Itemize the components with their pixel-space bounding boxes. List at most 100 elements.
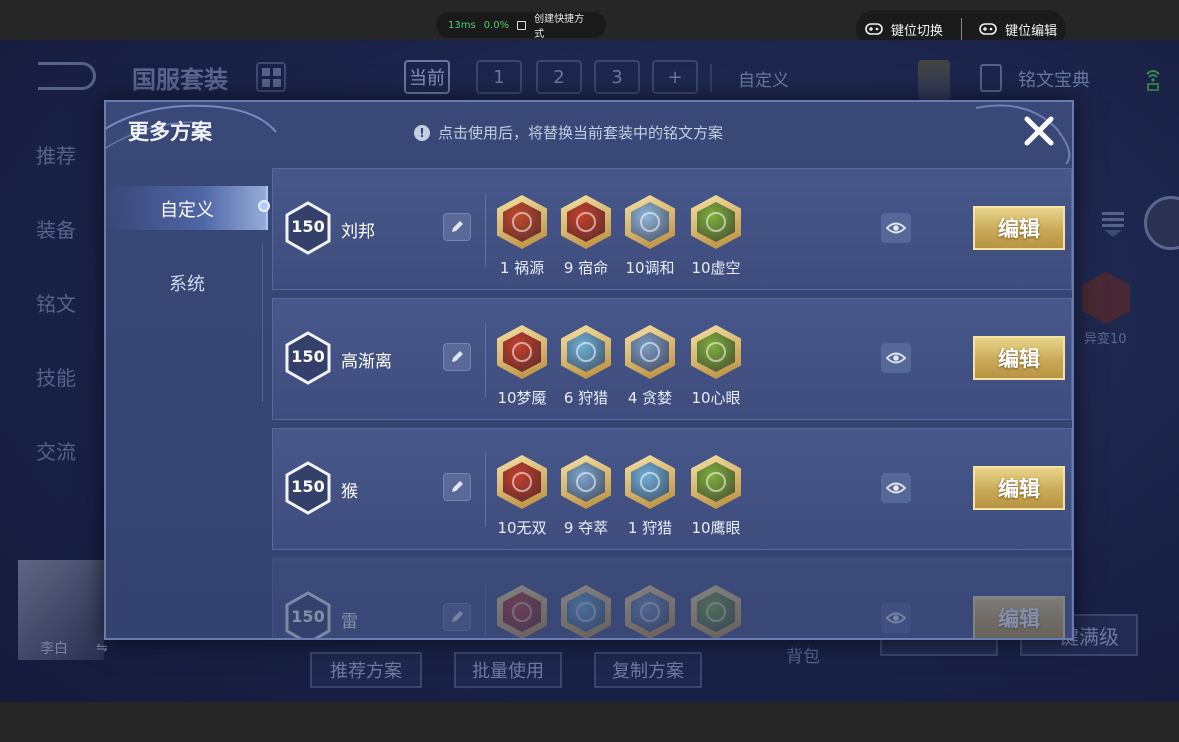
settings-circle-icon[interactable] (1144, 196, 1179, 250)
rename-button[interactable] (443, 473, 471, 501)
rune-gem-icon (625, 455, 675, 509)
tab-current[interactable]: 当前 (404, 60, 450, 94)
rune-gem-icon (497, 325, 547, 379)
plan-row[interactable]: 150 刘邦 1 祸源 9 宿命 10调和 10虚空 编辑 (272, 168, 1072, 290)
side-item-runes[interactable]: 铭文 (36, 288, 76, 317)
rune-gem-icon (561, 585, 611, 638)
key-edit-button[interactable]: 键位编辑 (979, 20, 1057, 39)
rename-button[interactable] (443, 603, 471, 631)
edit-button[interactable]: 编辑 (973, 206, 1065, 250)
level-value: 150 (291, 347, 325, 366)
rune-gem-icon (1082, 272, 1130, 324)
row-divider (485, 193, 486, 267)
preview-button[interactable] (881, 343, 911, 373)
tab-2[interactable]: 2 (536, 60, 582, 94)
more-plans-dialog: 更多方案 ! 点击使用后，将替换当前套装中的铭文方案 自定义 系统 150 刘邦… (104, 100, 1074, 640)
rune-label: 1 狩猎 (627, 519, 673, 537)
side-item-community[interactable]: 交流 (36, 436, 76, 465)
back-arrow-icon[interactable] (38, 62, 96, 90)
rename-button[interactable] (443, 213, 471, 241)
plan-list: 150 刘邦 1 祸源 9 宿命 10调和 10虚空 编辑 150 高渐离 10梦魇 6… (272, 168, 1072, 638)
eye-icon (886, 612, 906, 624)
plan-row[interactable]: 150 雷 编辑 (272, 558, 1072, 638)
level-value: 150 (291, 607, 325, 626)
custom-tab-label[interactable]: 自定义 (738, 66, 789, 91)
level-value: 150 (291, 477, 325, 496)
dialog-hint-text: 点击使用后，将替换当前套装中的铭文方案 (438, 124, 724, 142)
create-shortcut-label[interactable]: 创建快捷方式 (534, 10, 594, 40)
row-divider (485, 323, 486, 397)
rune-gem-icon (691, 455, 741, 509)
list-icon[interactable] (1100, 208, 1126, 238)
close-icon (1024, 116, 1054, 146)
rune-gem-icon (691, 585, 741, 638)
side-item-recommend[interactable]: 推荐 (36, 140, 76, 169)
eye-icon (886, 482, 906, 494)
dialog-hint: ! 点击使用后，将替换当前套装中的铭文方案 (414, 122, 723, 143)
hero-name: 李白 (40, 641, 68, 657)
pill-divider (960, 18, 962, 40)
row-divider (485, 453, 486, 527)
latency-text: 13ms (448, 19, 476, 31)
eye-icon (886, 352, 906, 364)
batch-use-button[interactable]: 批量使用 (454, 652, 562, 688)
close-button[interactable] (1018, 110, 1060, 152)
eye-icon (886, 222, 906, 234)
shortcut-icon (517, 20, 527, 30)
rune-gem-icon (625, 585, 675, 638)
side-item-equipment[interactable]: 装备 (36, 214, 76, 243)
grid-icon[interactable] (256, 62, 286, 92)
pencil-icon (452, 351, 463, 362)
edit-button[interactable]: 编辑 (973, 336, 1065, 380)
plan-name: 雷 (341, 612, 358, 632)
rune-gem-label: 异变10 (1084, 332, 1127, 347)
key-switch-button[interactable]: 键位切换 (865, 20, 943, 39)
pencil-icon (452, 481, 463, 492)
category-system[interactable]: 系统 (106, 270, 268, 296)
tab-divider (710, 64, 712, 92)
tab-1[interactable]: 1 (476, 60, 522, 94)
pencil-icon (452, 221, 463, 232)
rune-gem-icon (691, 195, 741, 249)
rune-gem-icon (561, 325, 611, 379)
edit-button[interactable]: 编辑 (973, 596, 1065, 638)
side-item-skills[interactable]: 技能 (36, 362, 76, 391)
plan-row[interactable]: 150 猴 10无双 9 夺萃 1 狩猎 10鹰眼 编辑 (272, 428, 1072, 550)
plan-name: 刘邦 (341, 222, 375, 242)
loss-text: 0.0% (483, 19, 510, 31)
plan-name: 猴 (341, 482, 358, 502)
edit-button[interactable]: 编辑 (973, 466, 1065, 510)
rune-label: 10调和 (625, 259, 675, 277)
rune-label: 10虚空 (691, 259, 741, 277)
recommend-plan-button[interactable]: 推荐方案 (310, 652, 422, 688)
wifi-icon (1146, 70, 1160, 91)
swap-icon[interactable]: ⇋ (96, 640, 108, 656)
tab-3[interactable]: 3 (594, 60, 640, 94)
preview-button[interactable] (881, 603, 911, 633)
top-status-bar: 13ms 0.0% 创建快捷方式 键位切换 键位编辑 (0, 0, 1179, 48)
rune-label: 1 祸源 (499, 259, 545, 277)
rune-gem-icon (561, 455, 611, 509)
level-badge: 150 (285, 591, 331, 638)
preview-button[interactable] (881, 213, 911, 243)
info-icon: ! (414, 124, 430, 141)
category-panel: 自定义 系统 (106, 172, 270, 638)
codex-label[interactable]: 铭文宝典 (1018, 66, 1090, 92)
plan-row[interactable]: 150 高渐离 10梦魇 6 狩猎 4 贪婪 10心眼 编辑 (272, 298, 1072, 420)
dialog-title: 更多方案 (128, 120, 212, 144)
preview-button[interactable] (881, 473, 911, 503)
rune-label: 10鹰眼 (691, 519, 741, 537)
plan-name: 高渐离 (341, 352, 392, 372)
rune-gem-icon (497, 195, 547, 249)
tab-add[interactable]: + (652, 60, 698, 94)
rune-gem-icon (497, 455, 547, 509)
bag-label[interactable]: 背包 (786, 642, 820, 667)
rename-button[interactable] (443, 343, 471, 371)
row-divider (485, 583, 486, 638)
copy-plan-button[interactable]: 复制方案 (594, 652, 702, 688)
category-custom[interactable]: 自定义 (106, 196, 268, 222)
rune-label: 10梦魇 (497, 389, 547, 407)
pencil-icon (452, 611, 463, 622)
codex-icon[interactable] (980, 64, 1002, 92)
rune-gem-icon (497, 585, 547, 638)
